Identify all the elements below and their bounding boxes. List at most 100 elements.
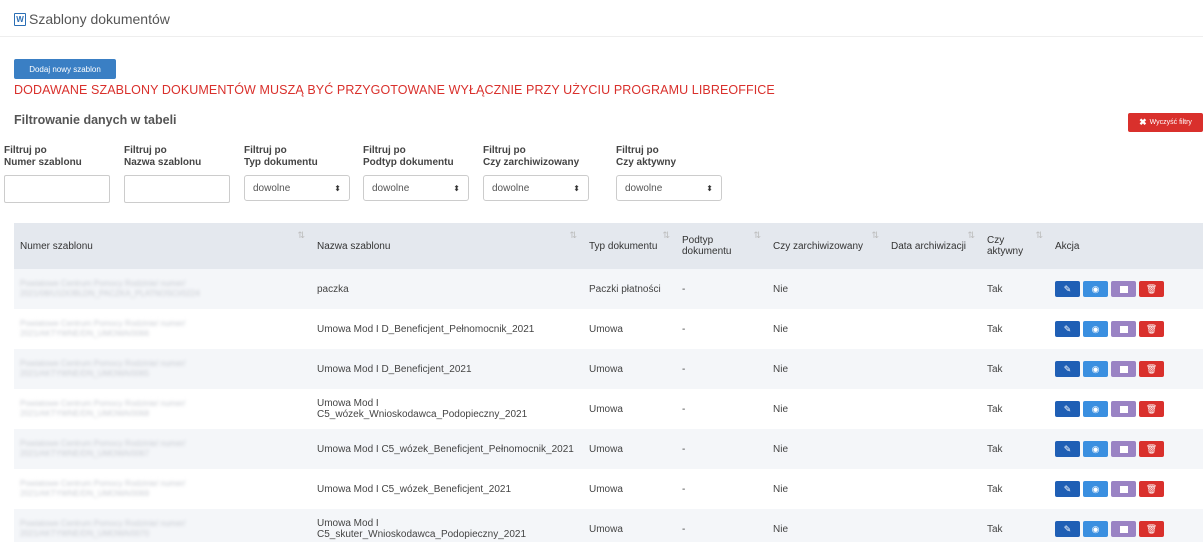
trash-icon: 🗑	[1145, 283, 1158, 294]
archive-button[interactable]	[1111, 441, 1136, 457]
column-header-type[interactable]: Typ dokumentu ⇅	[583, 223, 676, 269]
pencil-icon: ✎	[1063, 403, 1072, 414]
eye-icon: ◉	[1091, 283, 1100, 294]
filter-active: Filtruj po Czy aktywny dowolne ⬍	[616, 145, 722, 201]
archive-date-cell	[885, 349, 981, 389]
delete-button[interactable]: 🗑	[1139, 281, 1164, 297]
select-value: dowolne	[492, 182, 530, 194]
pencil-icon: ✎	[1063, 323, 1072, 334]
pencil-icon: ✎	[1063, 443, 1072, 454]
document-type-cell: Umowa	[589, 443, 623, 455]
filter-template-name: Filtruj po Nazwa szablonu	[124, 145, 230, 203]
archive-button[interactable]	[1111, 521, 1136, 537]
sort-icon: ⇅	[967, 230, 975, 240]
archive-button[interactable]	[1111, 321, 1136, 337]
view-button[interactable]: ◉	[1083, 441, 1108, 457]
document-subtype-cell: -	[682, 403, 686, 415]
delete-button[interactable]: 🗑	[1139, 481, 1164, 497]
column-header-archive-date[interactable]: Data archiwizacji ⇅	[885, 223, 981, 269]
column-header-number[interactable]: Numer szablonu ⇅	[14, 223, 311, 269]
template-number-cell: Powiatowe Centrum Pomocy Rodzinie/ numer…	[20, 359, 186, 378]
eye-icon: ◉	[1091, 403, 1100, 414]
view-button[interactable]: ◉	[1083, 481, 1108, 497]
archive-date-cell	[885, 429, 981, 469]
column-header-subtype[interactable]: Podtyp dokumentu ⇅	[676, 223, 767, 269]
active-cell: Tak	[987, 483, 1003, 495]
table-row: Powiatowe Centrum Pomocy Rodzinie/ numer…	[14, 469, 1203, 509]
view-button[interactable]: ◉	[1083, 401, 1108, 417]
template-name-cell: Umowa Mod I C5_skuter_Wnioskodawca_Podop…	[317, 518, 527, 540]
pencil-icon: ✎	[1063, 523, 1072, 534]
archived-cell: Nie	[773, 443, 789, 455]
filter-label-prefix: Filtruj po	[124, 145, 167, 156]
chevron-updown-icon: ⬍	[573, 183, 580, 193]
archive-button[interactable]	[1111, 281, 1136, 297]
document-subtype-cell: -	[682, 483, 686, 495]
filter-archived: Filtruj po Czy zarchiwizowany dowolne ⬍	[483, 145, 589, 201]
template-number-cell: Powiatowe Centrum Pomocy Rodzinie/ numer…	[20, 319, 186, 338]
column-header-name[interactable]: Nazwa szablonu ⇅	[311, 223, 583, 269]
archive-button[interactable]	[1111, 401, 1136, 417]
active-cell: Tak	[987, 363, 1003, 375]
clear-filters-button[interactable]: ✖ Wyczyść filtry	[1128, 113, 1203, 132]
row-actions: ✎ ◉ 🗑	[1055, 441, 1197, 457]
edit-button[interactable]: ✎	[1055, 281, 1080, 297]
sort-icon: ⇅	[1035, 230, 1043, 240]
row-actions: ✎ ◉ 🗑	[1055, 361, 1197, 377]
edit-button[interactable]: ✎	[1055, 401, 1080, 417]
actions-cell: ✎ ◉ 🗑	[1049, 309, 1203, 349]
actions-cell: ✎ ◉ 🗑	[1049, 469, 1203, 509]
archive-button[interactable]	[1111, 481, 1136, 497]
edit-button[interactable]: ✎	[1055, 361, 1080, 377]
document-subtype-cell: -	[682, 363, 686, 375]
row-actions: ✎ ◉ 🗑	[1055, 481, 1197, 497]
actions-cell: ✎ ◉ 🗑	[1049, 269, 1203, 309]
column-header-archived[interactable]: Czy zarchiwizowany ⇅	[767, 223, 885, 269]
template-number-filter-input[interactable]	[4, 175, 110, 203]
libreoffice-warning: DODAWANE SZABLONY DOKUMENTÓW MUSZĄ BYĆ P…	[14, 83, 775, 97]
archive-date-cell	[885, 269, 981, 309]
trash-icon: 🗑	[1145, 523, 1158, 534]
view-button[interactable]: ◉	[1083, 281, 1108, 297]
template-name-cell: Umowa Mod I C5_wózek_Beneficjent_Pełnomo…	[317, 443, 574, 455]
column-header-active[interactable]: Czy aktywny ⇅	[981, 223, 1049, 269]
delete-button[interactable]: 🗑	[1139, 321, 1164, 337]
template-name-cell: Umowa Mod I D_Beneficjent_Pełnomocnik_20…	[317, 323, 535, 335]
template-name-filter-input[interactable]	[124, 175, 230, 203]
eye-icon: ◉	[1091, 443, 1100, 454]
archive-icon	[1119, 445, 1128, 453]
delete-button[interactable]: 🗑	[1139, 361, 1164, 377]
document-subtype-select[interactable]: dowolne ⬍	[363, 175, 469, 201]
delete-button[interactable]: 🗑	[1139, 521, 1164, 537]
column-label: Akcja	[1055, 240, 1080, 252]
delete-button[interactable]: 🗑	[1139, 401, 1164, 417]
edit-button[interactable]: ✎	[1055, 441, 1080, 457]
column-label: Data archiwizacji	[891, 240, 967, 252]
document-type-select[interactable]: dowolne ⬍	[244, 175, 350, 201]
sort-icon: ⇅	[662, 230, 670, 240]
actions-cell: ✎ ◉ 🗑	[1049, 509, 1203, 542]
archived-cell: Nie	[773, 363, 789, 375]
archive-date-cell	[885, 469, 981, 509]
view-button[interactable]: ◉	[1083, 321, 1108, 337]
select-value: dowolne	[625, 182, 663, 194]
archived-select[interactable]: dowolne ⬍	[483, 175, 589, 201]
trash-icon: 🗑	[1145, 363, 1158, 374]
eye-icon: ◉	[1091, 523, 1100, 534]
view-button[interactable]: ◉	[1083, 361, 1108, 377]
delete-button[interactable]: 🗑	[1139, 441, 1164, 457]
view-button[interactable]: ◉	[1083, 521, 1108, 537]
header-divider	[0, 36, 1203, 37]
eye-icon: ◉	[1091, 363, 1100, 374]
add-template-button[interactable]: Dodaj nowy szablon	[14, 59, 116, 79]
pencil-icon: ✎	[1063, 363, 1072, 374]
edit-button[interactable]: ✎	[1055, 481, 1080, 497]
page-header: W Szablony dokumentów	[14, 9, 170, 29]
archive-button[interactable]	[1111, 361, 1136, 377]
archive-date-cell	[885, 309, 981, 349]
archived-cell: Nie	[773, 403, 789, 415]
template-name-cell: Umowa Mod I C5_wózek_Wnioskodawca_Podopi…	[317, 398, 528, 420]
edit-button[interactable]: ✎	[1055, 321, 1080, 337]
edit-button[interactable]: ✎	[1055, 521, 1080, 537]
active-select[interactable]: dowolne ⬍	[616, 175, 722, 201]
